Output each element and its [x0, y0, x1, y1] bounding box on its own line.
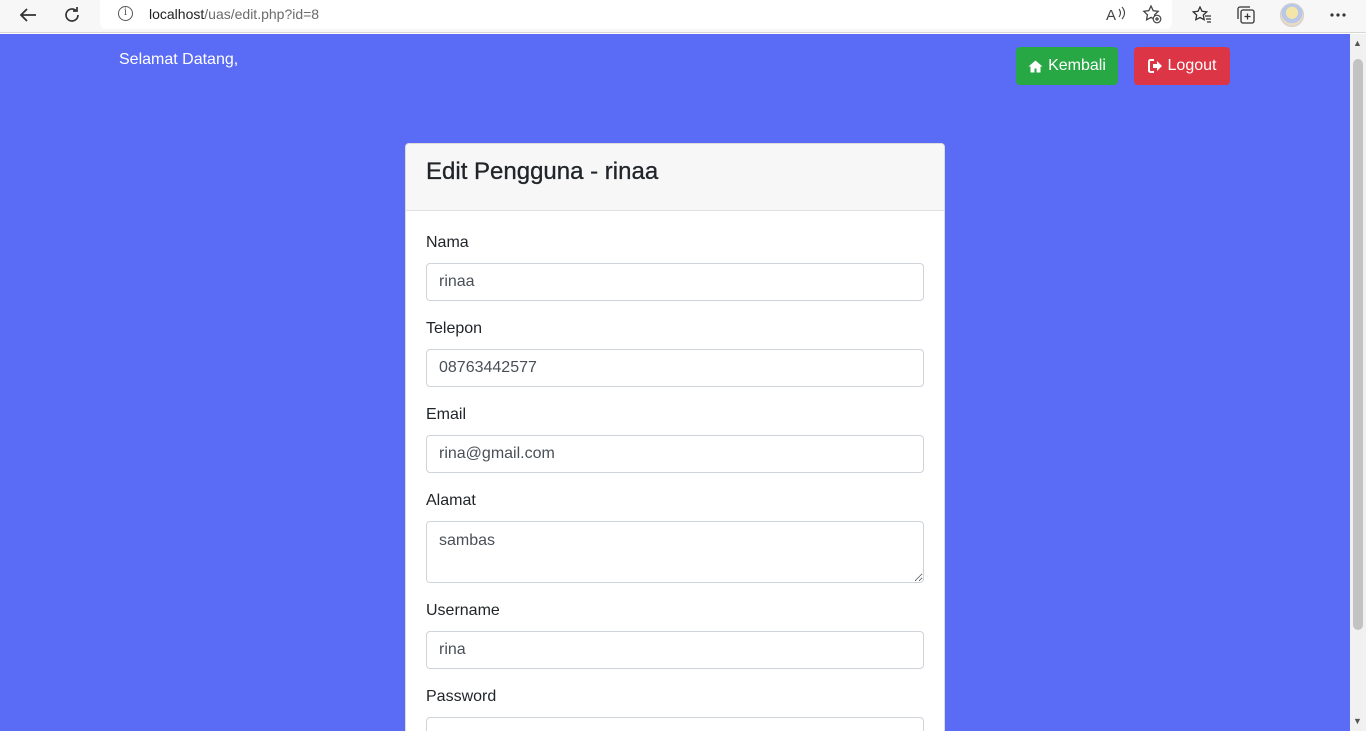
scroll-up-icon[interactable]: ▲	[1353, 38, 1362, 48]
page-scrollbar[interactable]: ▲ ▼	[1350, 34, 1366, 731]
username-input[interactable]	[426, 631, 924, 669]
add-favorite-icon[interactable]	[1140, 3, 1164, 25]
password-input[interactable]	[426, 717, 924, 731]
telepon-label: Telepon	[426, 320, 483, 337]
back-arrow-icon[interactable]	[13, 2, 43, 28]
home-icon	[1028, 60, 1043, 72]
url-text[interactable]: localhost/uas/edit.php?id=8	[149, 6, 319, 22]
logout-label: Logout	[1167, 57, 1217, 74]
kembali-label: Kembali	[1048, 57, 1106, 74]
logout-button[interactable]: Logout	[1134, 47, 1230, 85]
refresh-icon[interactable]	[57, 2, 87, 28]
scroll-down-icon[interactable]: ▼	[1353, 716, 1362, 726]
kembali-button[interactable]: Kembali	[1016, 47, 1118, 85]
email-input[interactable]	[426, 435, 924, 473]
nama-label: Nama	[426, 234, 469, 251]
username-label: Username	[426, 602, 500, 619]
info-icon[interactable]: i	[118, 6, 133, 21]
telepon-input[interactable]	[426, 349, 924, 387]
read-aloud-icon[interactable]: A	[1104, 3, 1128, 25]
alamat-label: Alamat	[426, 492, 476, 509]
svg-text:A: A	[1106, 7, 1116, 22]
alamat-textarea[interactable]: sambas	[426, 521, 924, 583]
welcome-text: Selamat Datang,	[119, 51, 239, 68]
profile-avatar[interactable]	[1280, 3, 1304, 27]
edit-user-card: Edit Pengguna - rinaa Nama Telepon Email…	[405, 143, 945, 731]
more-menu-icon[interactable]	[1325, 3, 1351, 27]
email-label: Email	[426, 406, 467, 423]
page-background: Selamat Datang, Kembali Logout Edit Peng…	[0, 34, 1350, 731]
collections-icon[interactable]	[1233, 3, 1259, 27]
scroll-thumb[interactable]	[1353, 59, 1363, 630]
card-header: Edit Pengguna - rinaa	[406, 144, 944, 211]
sign-out-icon	[1147, 59, 1162, 73]
browser-toolbar: i localhost/uas/edit.php?id=8 A	[0, 0, 1366, 33]
url-host: localhost	[149, 6, 205, 22]
page-title: Edit Pengguna - rinaa	[426, 158, 659, 185]
url-path: /uas/edit.php?id=8	[204, 6, 320, 22]
address-bar[interactable]: i localhost/uas/edit.php?id=8 A	[100, 0, 1172, 29]
favorites-icon[interactable]	[1189, 3, 1215, 27]
password-label: Password	[426, 688, 497, 705]
nama-input[interactable]	[426, 263, 924, 301]
